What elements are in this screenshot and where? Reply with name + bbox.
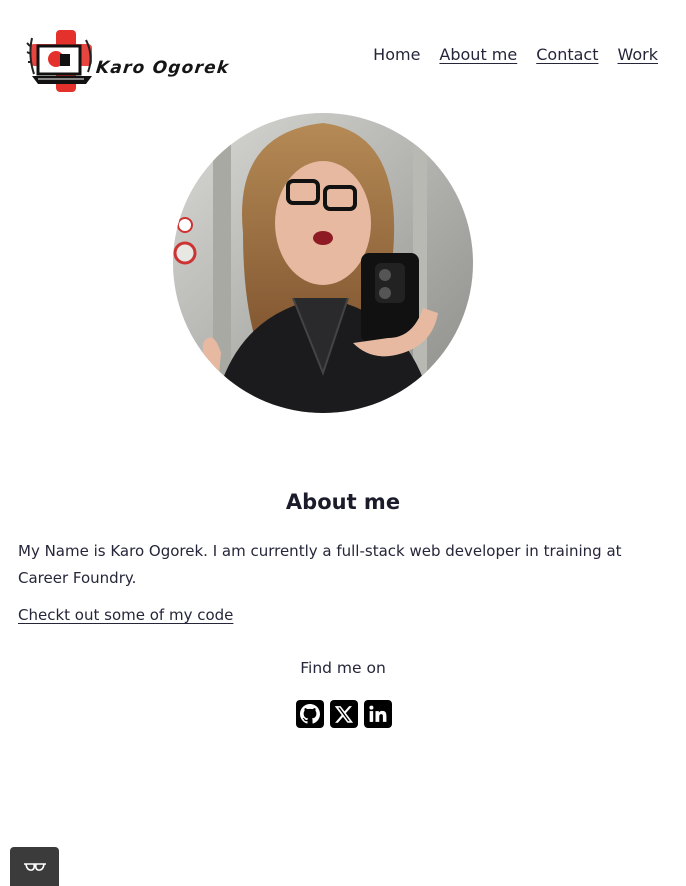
site-header: Karo Ogorek Home About me Contact Work	[0, 0, 686, 115]
linkedin-icon[interactable]	[364, 700, 392, 728]
nav-home[interactable]: Home	[373, 45, 420, 64]
accessibility-button[interactable]	[10, 847, 59, 886]
main-nav: Home About me Contact Work	[373, 45, 658, 64]
about-heading: About me	[285, 490, 401, 514]
nav-contact[interactable]: Contact	[536, 45, 598, 64]
x-icon[interactable]	[330, 700, 358, 728]
profile-photo	[173, 113, 473, 413]
nav-about-me[interactable]: About me	[439, 45, 517, 64]
glasses-icon	[23, 862, 46, 871]
social-links	[296, 700, 392, 728]
find-me-label: Find me on	[300, 659, 386, 677]
code-link[interactable]: Checkt out some of my code	[18, 606, 233, 624]
nav-work[interactable]: Work	[617, 45, 658, 64]
github-icon[interactable]	[296, 700, 324, 728]
laptop-logo-icon	[26, 30, 92, 92]
about-description: My Name is Karo Ogorek. I am currently a…	[18, 542, 622, 587]
brand-name: Karo Ogorek	[94, 58, 231, 78]
site-logo[interactable]: Karo Ogorek	[26, 26, 230, 96]
